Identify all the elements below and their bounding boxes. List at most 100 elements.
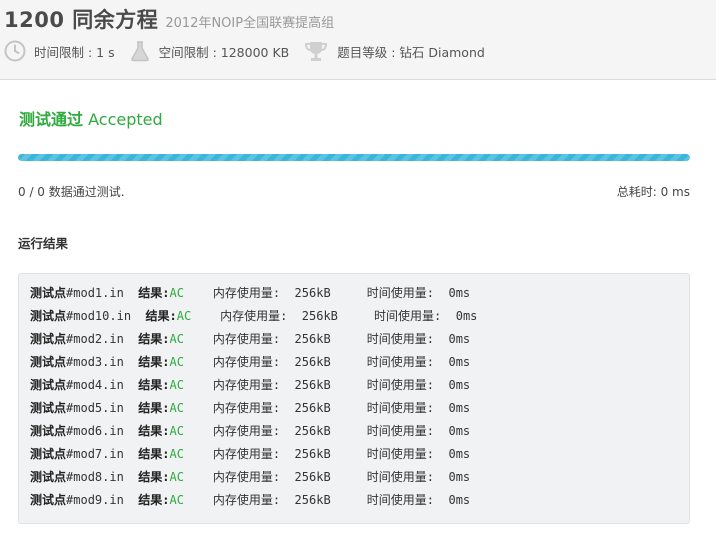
problem-meta: 时间限制 : 1 s 空间限制 : 128000 KB 题目等级 : 钻石 Di…: [4, 38, 499, 64]
case-time: 0ms: [448, 378, 471, 392]
memory-limit: 空间限制 : 128000 KB: [129, 40, 289, 62]
case-memory: 256kB: [294, 447, 331, 461]
memory-label: 内存使用量:: [212, 470, 281, 484]
memory-label: 内存使用量:: [212, 378, 281, 392]
case-verdict: AC: [169, 286, 184, 300]
test-case-row: 测试点#mod3.in 结果:AC 内存使用量: 256kB 时间使用量: 0m…: [30, 351, 477, 374]
time-label: 时间使用量:: [366, 447, 435, 461]
memory-label: 内存使用量:: [212, 332, 281, 346]
case-file: #mod10.in: [66, 309, 132, 323]
test-case-row: 测试点#mod2.in 结果:AC 内存使用量: 256kB 时间使用量: 0m…: [30, 328, 477, 351]
time-label: 时间使用量:: [366, 378, 435, 392]
memory-label: 内存使用量:: [212, 424, 281, 438]
time-label: 时间使用量:: [366, 286, 435, 300]
result-label: 结果:: [138, 493, 170, 507]
difficulty-level: 题目等级 : 钻石 Diamond: [303, 40, 485, 62]
case-memory: 256kB: [301, 309, 338, 323]
result-label: 结果:: [138, 401, 170, 415]
memory-label: 内存使用量:: [212, 355, 281, 369]
memory-label: 内存使用量:: [212, 401, 281, 415]
result-label: 结果:: [138, 470, 170, 484]
test-case-row: 测试点#mod4.in 结果:AC 内存使用量: 256kB 时间使用量: 0m…: [30, 374, 477, 397]
test-case-row: 测试点#mod7.in 结果:AC 内存使用量: 256kB 时间使用量: 0m…: [30, 443, 477, 466]
case-label: 测试点: [30, 332, 67, 346]
case-verdict: AC: [169, 401, 184, 415]
test-case-list: 测试点#mod1.in 结果:AC 内存使用量: 256kB 时间使用量: 0m…: [30, 282, 477, 512]
result-label: 结果:: [138, 424, 170, 438]
problem-header: 1200 同余方程 2012年NOIP全国联赛提高组 时间限制 : 1 s 空间…: [0, 0, 716, 80]
case-memory: 256kB: [294, 470, 331, 484]
case-label: 测试点: [30, 378, 67, 392]
progress-bar: [18, 154, 690, 161]
case-label: 测试点: [30, 355, 67, 369]
run-results-heading: 运行结果: [18, 236, 69, 251]
result-label: 结果:: [145, 309, 177, 323]
time-label: 时间使用量:: [374, 309, 442, 323]
case-file: #mod3.in: [66, 355, 124, 369]
problem-source: 2012年NOIP全国联赛提高组: [165, 16, 335, 31]
time-label: 时间使用量:: [366, 470, 435, 484]
run-results-box: 测试点#mod1.in 结果:AC 内存使用量: 256kB 时间使用量: 0m…: [18, 273, 690, 524]
case-file: #mod8.in: [66, 470, 124, 484]
test-case-row: 测试点#mod10.in 结果:AC 内存使用量: 256kB 时间使用量: 0…: [30, 305, 477, 328]
case-time: 0ms: [448, 424, 471, 438]
result-label: 结果:: [138, 378, 170, 392]
result-label: 结果:: [138, 332, 170, 346]
passed-summary: 0 / 0 数据通过测试.: [18, 185, 125, 199]
test-case-row: 测试点#mod1.in 结果:AC 内存使用量: 256kB 时间使用量: 0m…: [30, 282, 477, 305]
memory-label: 内存使用量:: [212, 286, 281, 300]
status-label-en: Accepted: [88, 110, 163, 129]
case-memory: 256kB: [294, 401, 331, 415]
submission-status: 测试通过 Accepted: [19, 106, 163, 130]
case-time: 0ms: [448, 355, 471, 369]
progress-fill: [18, 154, 690, 161]
trophy-icon: [305, 42, 328, 61]
case-file: #mod4.in: [66, 378, 124, 392]
test-case-row: 测试点#mod6.in 结果:AC 内存使用量: 256kB 时间使用量: 0m…: [30, 420, 477, 443]
result-label: 结果:: [138, 355, 170, 369]
time-limit-text: 时间限制 : 1 s: [34, 44, 115, 60]
time-label: 时间使用量:: [366, 401, 435, 415]
case-verdict: AC: [169, 355, 184, 369]
case-verdict: AC: [169, 470, 184, 484]
case-verdict: AC: [169, 493, 184, 507]
clock-icon: [4, 40, 26, 62]
case-memory: 256kB: [294, 286, 331, 300]
case-verdict: AC: [169, 332, 184, 346]
case-memory: 256kB: [294, 424, 331, 438]
case-time: 0ms: [448, 286, 471, 300]
case-time: 0ms: [455, 309, 478, 323]
total-time: 总耗时: 0 ms: [616, 185, 690, 199]
status-label-cn: 测试通过: [19, 110, 84, 129]
problem-title: 1200 同余方程: [4, 8, 159, 32]
case-time: 0ms: [448, 493, 471, 507]
case-time: 0ms: [448, 332, 471, 346]
test-case-row: 测试点#mod8.in 结果:AC 内存使用量: 256kB 时间使用量: 0m…: [30, 466, 477, 489]
time-label: 时间使用量:: [366, 424, 435, 438]
case-verdict: AC: [169, 447, 184, 461]
test-case-row: 测试点#mod5.in 结果:AC 内存使用量: 256kB 时间使用量: 0m…: [30, 397, 477, 420]
case-file: #mod2.in: [66, 332, 124, 346]
case-verdict: AC: [169, 378, 184, 392]
case-label: 测试点: [30, 424, 67, 438]
case-verdict: AC: [176, 309, 192, 323]
case-memory: 256kB: [294, 355, 331, 369]
case-time: 0ms: [448, 447, 471, 461]
case-file: #mod9.in: [66, 493, 124, 507]
time-label: 时间使用量:: [366, 493, 435, 507]
case-label: 测试点: [30, 447, 67, 461]
case-time: 0ms: [448, 470, 471, 484]
time-limit: 时间限制 : 1 s: [4, 40, 115, 62]
case-label: 测试点: [30, 470, 67, 484]
time-label: 时间使用量:: [366, 355, 435, 369]
case-file: #mod6.in: [66, 424, 124, 438]
memory-label: 内存使用量:: [220, 309, 288, 323]
case-file: #mod7.in: [66, 447, 124, 461]
case-verdict: AC: [169, 424, 184, 438]
memory-label: 内存使用量:: [212, 447, 281, 461]
case-label: 测试点: [30, 286, 67, 300]
case-time: 0ms: [448, 401, 471, 415]
case-memory: 256kB: [294, 332, 331, 346]
difficulty-level-text: 题目等级 : 钻石 Diamond: [337, 44, 485, 60]
case-label: 测试点: [30, 309, 67, 323]
